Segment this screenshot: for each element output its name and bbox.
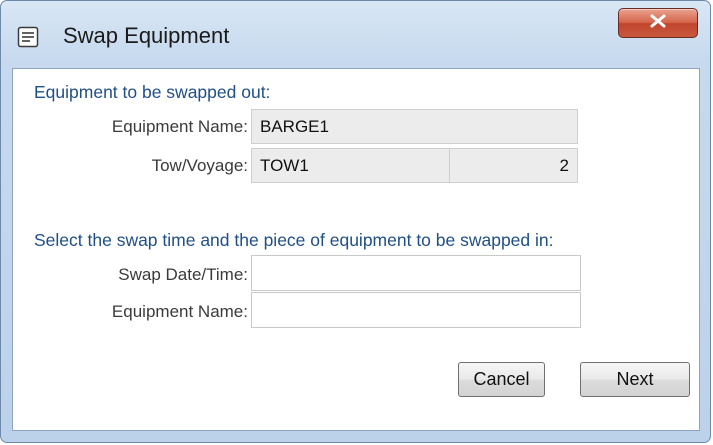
swap-in-equipment-name-input[interactable] [251,292,581,328]
tow-field: TOW1 [251,148,450,183]
voyage-field: 2 [449,148,578,183]
window-title: Swap Equipment [63,23,230,48]
swap-date-time-input[interactable] [251,255,581,291]
form-icon [17,26,39,48]
swap-in-heading: Select the swap time and the piece of eq… [34,230,554,250]
swap-date-time-label: Swap Date/Time: [118,265,248,284]
swap-in-equipment-name-label: Equipment Name: [111,302,248,321]
swap-out-equipment-name-field: BARGE1 [251,109,578,144]
close-icon [649,14,667,33]
title-bar[interactable]: Swap Equipment [1,1,710,67]
tow-voyage-label: Tow/Voyage: [151,156,248,175]
dialog-content: Equipment to be swapped out: Equipment N… [12,68,700,431]
cancel-button[interactable]: Cancel [458,362,545,397]
swap-equipment-dialog: Swap Equipment Equipment to be swapped o… [0,0,711,443]
swap-out-heading: Equipment to be swapped out: [34,82,271,102]
next-button[interactable]: Next [580,362,690,397]
swap-out-equipment-name-label: Equipment Name: [111,117,248,136]
close-button[interactable] [618,8,698,38]
